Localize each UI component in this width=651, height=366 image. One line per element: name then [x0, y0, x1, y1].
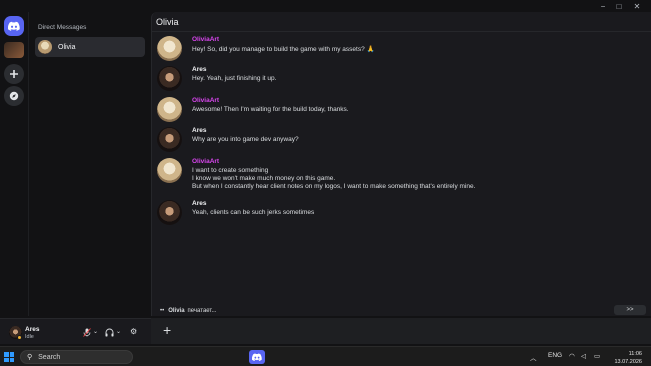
- plus-icon: [10, 70, 18, 78]
- minimize-button[interactable]: −: [596, 0, 610, 12]
- avatar[interactable]: [157, 66, 182, 91]
- battery-icon[interactable]: ▭: [594, 352, 600, 360]
- typing-user: Olivia: [168, 308, 185, 314]
- compass-icon: [9, 91, 19, 101]
- avatar: [38, 40, 52, 54]
- discord-logo-icon: [252, 353, 262, 361]
- server-rail: [0, 12, 28, 316]
- typing-dots-icon: ••: [160, 308, 165, 314]
- message-text: Hey! So, did you manage to build the gam…: [192, 46, 375, 53]
- taskbar-clock[interactable]: 11:06 13.07.2026: [610, 350, 642, 366]
- chat-header: Olivia: [152, 12, 651, 32]
- language-indicator[interactable]: ENG: [548, 352, 562, 359]
- message-author[interactable]: Ares: [192, 66, 206, 73]
- user-status: Idle: [25, 334, 34, 340]
- user-panel: Ares Idle ⌄ ⌄ ⚙: [0, 318, 151, 344]
- search-icon: ⚲: [27, 354, 33, 361]
- gear-icon[interactable]: ⚙: [130, 327, 137, 336]
- server-icon[interactable]: [4, 42, 24, 58]
- wifi-icon[interactable]: ◠: [569, 352, 575, 360]
- typing-text: печатает...: [187, 308, 217, 314]
- discord-taskbar-icon[interactable]: [249, 350, 265, 364]
- maximize-button[interactable]: □: [612, 0, 626, 12]
- explore-servers-button[interactable]: [4, 86, 24, 106]
- chevron-up-icon[interactable]: ︿: [530, 352, 537, 362]
- title-bar: − □ ✕: [0, 0, 651, 12]
- dm-item-label: Olivia: [58, 43, 76, 51]
- dm-section-title: Direct Messages: [38, 24, 87, 31]
- clock-time: 11:06: [628, 351, 642, 357]
- mic-muted-icon[interactable]: [83, 328, 91, 337]
- close-button[interactable]: ✕: [630, 0, 644, 12]
- message-text: Awesome! Then I'm waiting for the build …: [192, 106, 349, 113]
- message-text: Yeah, clients can be such jerks sometime…: [192, 209, 315, 216]
- typing-indicator: •• Olivia печатает...: [160, 308, 217, 314]
- avatar[interactable]: [157, 36, 182, 61]
- headphones-icon[interactable]: [105, 328, 114, 337]
- message-author[interactable]: OliviaArt: [192, 158, 219, 165]
- avatar[interactable]: [157, 200, 182, 225]
- channel-title: Olivia: [156, 16, 179, 27]
- chat-panel: Olivia OliviaArt Hey! So, did you manage…: [151, 12, 651, 316]
- attach-plus-button[interactable]: +: [163, 322, 171, 338]
- dm-sidebar: Direct Messages Olivia: [28, 12, 151, 316]
- message-text: I want to create something: [192, 167, 269, 174]
- clock-date: 13.07.2026: [614, 359, 642, 365]
- message-author[interactable]: Ares: [192, 200, 206, 207]
- message-text: Why are you into game dev anyway?: [192, 136, 299, 143]
- message-author[interactable]: OliviaArt: [192, 97, 219, 104]
- message-text: I know we won't make much money on this …: [192, 175, 336, 182]
- discord-logo-icon: [8, 21, 20, 31]
- direct-messages-home-button[interactable]: [4, 16, 24, 36]
- idle-status-icon: [17, 335, 22, 340]
- message-composer[interactable]: +: [151, 318, 651, 344]
- next-button[interactable]: >>: [614, 305, 646, 315]
- avatar[interactable]: [157, 158, 182, 183]
- message-author[interactable]: OliviaArt: [192, 36, 219, 43]
- taskbar: ⚲ Search ︿ ENG ◠ ◁ ▭ 11:06 13.07.2026: [0, 346, 651, 366]
- message-author[interactable]: Ares: [192, 127, 206, 134]
- add-server-button[interactable]: [4, 64, 24, 84]
- chevron-down-icon[interactable]: ⌄: [93, 328, 98, 335]
- avatar[interactable]: [157, 127, 182, 152]
- dm-item-olivia[interactable]: Olivia: [35, 37, 145, 57]
- user-name: Ares: [25, 326, 40, 333]
- message-text: But when I constantly hear client notes …: [192, 183, 476, 190]
- windows-start-icon[interactable]: [4, 352, 14, 362]
- chevron-down-icon[interactable]: ⌄: [116, 328, 121, 335]
- search-label: Search: [38, 353, 61, 361]
- avatar[interactable]: [157, 97, 182, 122]
- taskbar-search[interactable]: ⚲ Search: [20, 350, 133, 364]
- speaker-icon[interactable]: ◁: [581, 352, 586, 360]
- message-text: Hey. Yeah, just finishing it up.: [192, 75, 277, 82]
